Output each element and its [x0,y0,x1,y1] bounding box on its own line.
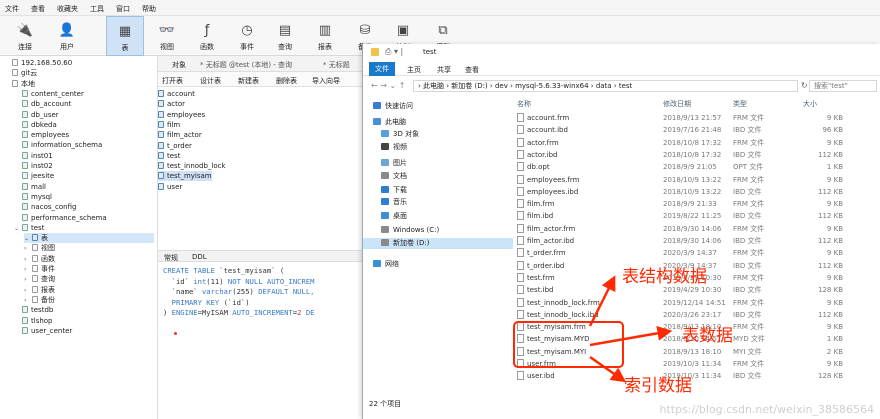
arrow-frm [588,275,616,327]
label-table-data: 表数据 [682,326,733,346]
arrow-myd [589,325,673,347]
watermark: https://blog.csdn.net/weixin_38586564 [659,403,874,416]
highlight-box [513,321,624,368]
label-table-structure: 表结构数据 [622,267,707,287]
annotation-overlay [513,275,673,383]
label-index-data: 索引数据 [624,376,692,396]
